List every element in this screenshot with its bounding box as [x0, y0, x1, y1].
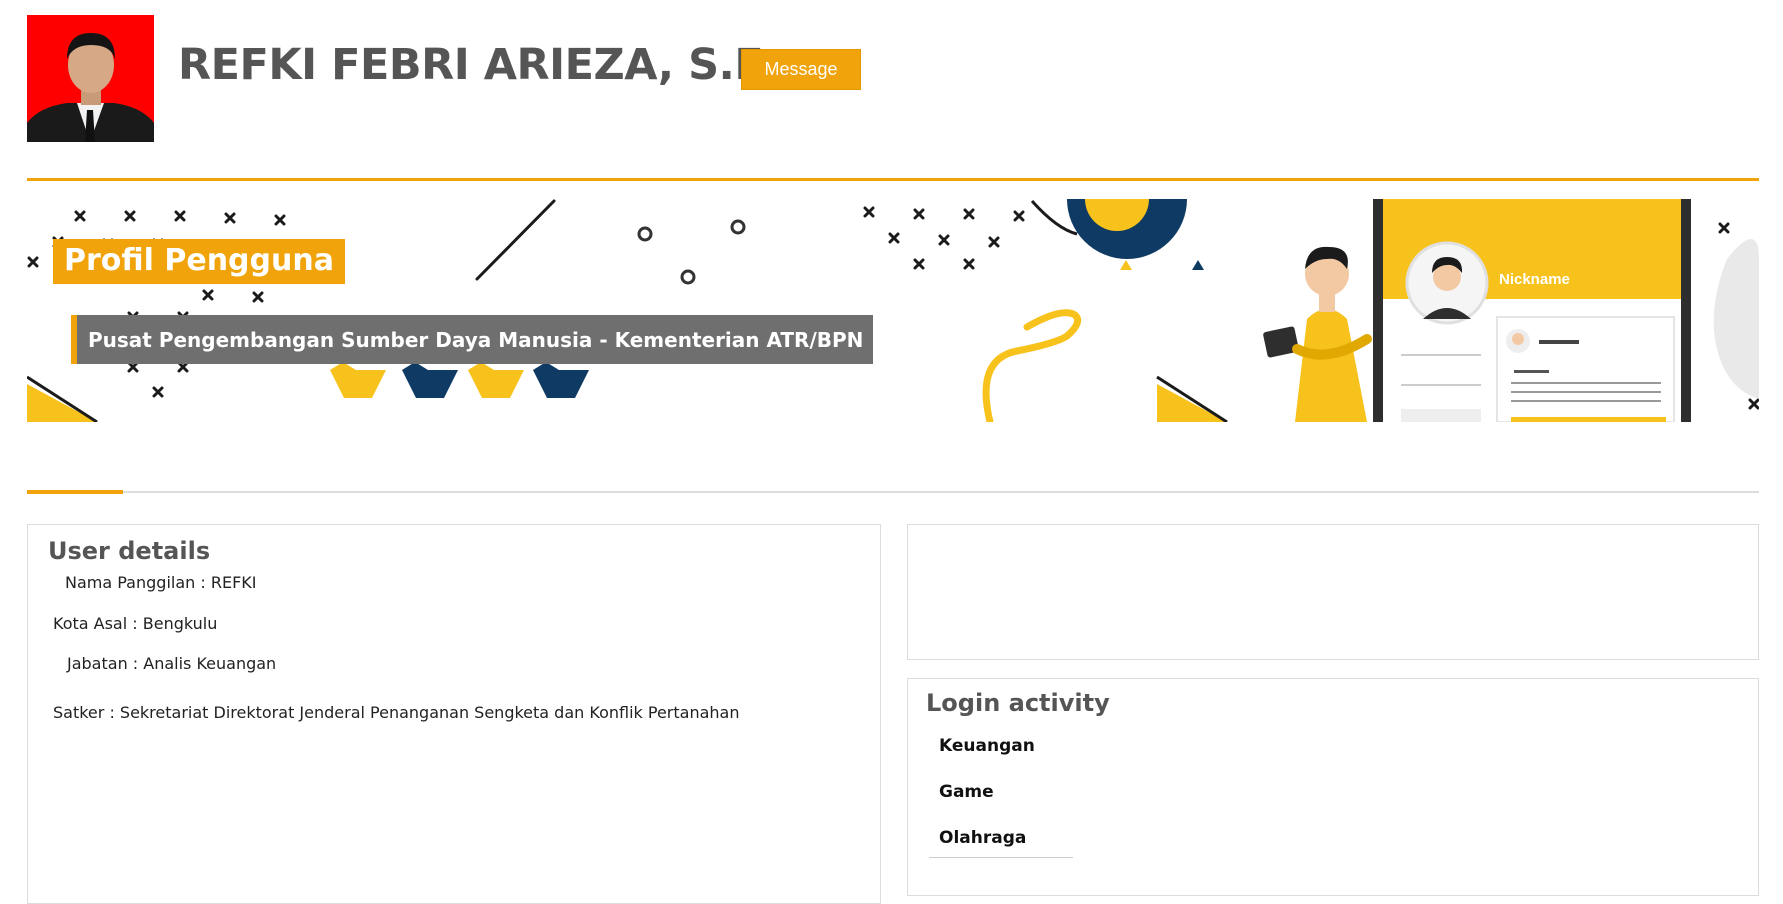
- user-details-title: User details: [48, 537, 211, 565]
- profile-banner: Nickname Profil Pengguna Pusat Pengemban…: [27, 199, 1759, 422]
- banner-illustration-icon: Nickname: [27, 199, 1759, 422]
- avatar: [27, 15, 154, 142]
- detail-hometown: Kota Asal : Bengkulu: [53, 614, 218, 633]
- user-details-card: User details Nama Panggilan : REFKI Kota…: [27, 524, 881, 904]
- banner-nickname-label: Nickname: [1499, 271, 1570, 288]
- profile-name: REFKI FEBRI ARIEZA, S.E. .: [178, 40, 810, 90]
- detail-nickname: Nama Panggilan : REFKI: [65, 573, 257, 592]
- avatar-photo-icon: [27, 15, 154, 142]
- banner-subtitle: Pusat Pengembangan Sumber Daya Manusia -…: [71, 315, 874, 364]
- empty-card: [907, 524, 1759, 660]
- activity-item: Game: [939, 782, 994, 802]
- header-divider: [27, 178, 1759, 181]
- active-tab-indicator[interactable]: [27, 490, 123, 494]
- detail-position: Jabatan : Analis Keuangan: [67, 654, 277, 673]
- tab-strip: [27, 491, 1759, 493]
- message-button[interactable]: Message: [741, 49, 861, 90]
- login-activity-card: Login activity Keuangan Game Olahraga: [907, 678, 1759, 896]
- activity-item: Olahraga: [939, 828, 1027, 848]
- activity-underline: [929, 857, 1073, 858]
- activity-item: Keuangan: [939, 736, 1035, 756]
- banner-title: Profil Pengguna: [53, 239, 345, 284]
- detail-work-unit: Satker : Sekretariat Direktorat Jenderal…: [53, 703, 740, 722]
- login-activity-title: Login activity: [926, 689, 1110, 717]
